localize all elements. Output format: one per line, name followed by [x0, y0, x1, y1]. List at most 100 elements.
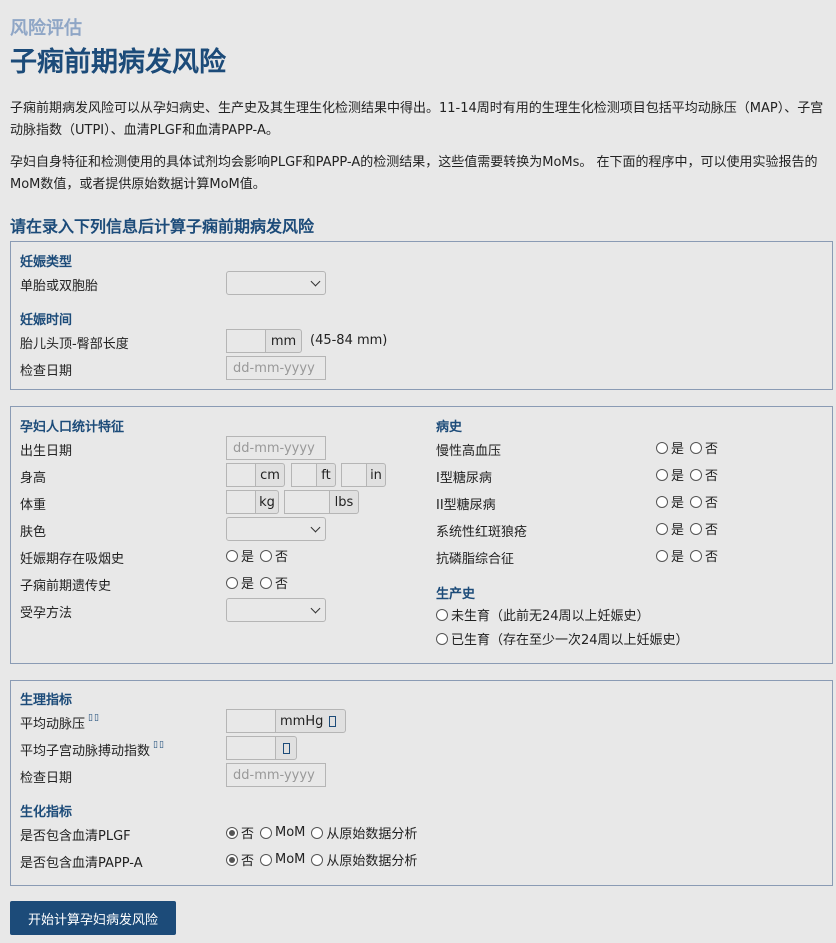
dob-label: 出生日期 [20, 444, 73, 459]
crl-label: 胎儿头顶-臀部长度 [20, 337, 129, 352]
calculate-risk-button[interactable]: 开始计算孕妇病发风险 [10, 901, 176, 935]
biophysical-title: 生理指标 [20, 693, 73, 708]
no-label: 否 [275, 577, 289, 592]
pappa-raw-radio[interactable] [311, 853, 324, 866]
map-unit-text: mmHg [280, 713, 324, 729]
plgf-mom-radio[interactable] [260, 826, 273, 839]
history-yes-radio[interactable] [656, 495, 668, 508]
chevron-down-icon [310, 603, 321, 613]
info-icon[interactable]: ▯▯ [153, 740, 165, 750]
height-cm-unit: cm [255, 463, 285, 487]
map-unit: mmHg [275, 709, 346, 733]
pregnancy-panel [10, 241, 833, 390]
plgf-no-radio[interactable] [226, 826, 238, 839]
weight-kg-unit: kg [255, 490, 279, 514]
history-item-label: I型糖尿病 [436, 471, 492, 486]
yes-label: 是 [241, 577, 255, 592]
history-options: 是 否 [656, 438, 724, 457]
history-no-radio[interactable] [690, 468, 703, 481]
height-label: 身高 [20, 471, 47, 486]
utpi-label: 平均子宫动脉搏动指数 ▯▯ [20, 740, 165, 759]
yes-label: 是 [671, 523, 685, 538]
mom-label: MoM [275, 852, 306, 867]
map-input[interactable] [226, 709, 276, 733]
pregnancy-type-title: 妊娠类型 [20, 255, 73, 270]
family-yes-radio[interactable] [226, 576, 238, 589]
history-item-label: 抗磷脂综合征 [436, 552, 515, 567]
height-in-unit: in [366, 463, 386, 487]
info-icon[interactable]: ▯▯ [88, 713, 100, 723]
smoking-label: 妊娠期存在吸烟史 [20, 552, 125, 567]
yes-label: 是 [671, 442, 685, 457]
history-item-label: II型糖尿病 [436, 498, 496, 513]
chevron-down-icon [310, 276, 321, 286]
history-yes-radio[interactable] [656, 441, 668, 454]
pappa-options: 否 MoM 从原始数据分析 [226, 850, 423, 869]
history-no-radio[interactable] [690, 495, 703, 508]
history-title: 病史 [436, 420, 463, 435]
info-icon[interactable] [282, 742, 290, 754]
nulliparous-radio[interactable] [436, 608, 448, 621]
page-title: 子痫前期病发风险 [10, 47, 226, 78]
history-options: 是 否 [656, 492, 724, 511]
history-options: 是 否 [656, 465, 724, 484]
obstetric-title: 生产史 [436, 587, 476, 602]
smoking-yes-radio[interactable] [226, 549, 238, 562]
parous-radio[interactable] [436, 632, 448, 645]
history-yes-radio[interactable] [656, 549, 668, 562]
page-eyebrow: 风险评估 [10, 18, 82, 39]
crl-unit: mm [265, 329, 302, 353]
history-item-label: 慢性高血压 [436, 444, 502, 459]
weight-kg-input[interactable] [226, 490, 256, 514]
plgf-options: 否 MoM 从原始数据分析 [226, 823, 423, 842]
utpi-input[interactable] [226, 736, 276, 760]
history-yes-radio[interactable] [656, 468, 668, 481]
exam-date-input[interactable]: dd-mm-yyyy [226, 356, 326, 380]
no-label: 否 [705, 469, 719, 484]
weight-lbs-unit: lbs [329, 490, 359, 514]
map-label-text: 平均动脉压 [20, 717, 86, 732]
map-label: 平均动脉压 ▯▯ [20, 713, 100, 732]
pappa-label: 是否包含血清PAPP-A [20, 856, 143, 871]
family-history-label: 子痫前期遗传史 [20, 579, 112, 594]
history-no-radio[interactable] [690, 522, 703, 535]
raw-label: 从原始数据分析 [326, 827, 418, 842]
weight-lbs-input[interactable] [284, 490, 330, 514]
pregnancy-type-select[interactable] [226, 271, 326, 295]
skin-select[interactable] [226, 517, 326, 541]
smoking-no-radio[interactable] [260, 549, 273, 562]
no-label: 否 [705, 442, 719, 457]
mom-label: MoM [275, 825, 306, 840]
no-label: 否 [241, 827, 255, 842]
height-ft-input[interactable] [291, 463, 317, 487]
info-icon[interactable] [329, 715, 337, 727]
crl-input[interactable] [226, 329, 266, 353]
pregnancy-type-label: 单胎或双胞胎 [20, 279, 99, 294]
utpi-label-text: 平均子宫动脉搏动指数 [20, 744, 151, 759]
height-ft-unit: ft [316, 463, 336, 487]
pregnancy-time-title: 妊娠时间 [20, 313, 73, 328]
dob-input[interactable]: dd-mm-yyyy [226, 436, 326, 460]
history-options: 是 否 [656, 519, 724, 538]
history-yes-radio[interactable] [656, 522, 668, 535]
no-label: 否 [705, 496, 719, 511]
history-no-radio[interactable] [690, 549, 703, 562]
demographics-title: 孕妇人口统计特征 [20, 420, 125, 435]
utpi-help[interactable] [275, 736, 297, 760]
family-no-radio[interactable] [260, 576, 273, 589]
plgf-raw-radio[interactable] [311, 826, 324, 839]
history-item-label: 系统性红斑狼疮 [436, 525, 528, 540]
height-cm-input[interactable] [226, 463, 256, 487]
history-no-radio[interactable] [690, 441, 703, 454]
bio-exam-date-input[interactable]: dd-mm-yyyy [226, 763, 326, 787]
height-in-input[interactable] [341, 463, 367, 487]
conception-label: 受孕方法 [20, 606, 73, 621]
chevron-down-icon [310, 522, 321, 532]
conception-select[interactable] [226, 598, 326, 622]
yes-label: 是 [671, 550, 685, 565]
obstetric-option-2: 已生育（存在至少一次24周以上妊娠史） [436, 629, 695, 648]
pappa-mom-radio[interactable] [260, 853, 273, 866]
pappa-no-radio[interactable] [226, 853, 238, 866]
bio-exam-date-label: 检查日期 [20, 771, 73, 786]
no-label: 否 [275, 550, 289, 565]
